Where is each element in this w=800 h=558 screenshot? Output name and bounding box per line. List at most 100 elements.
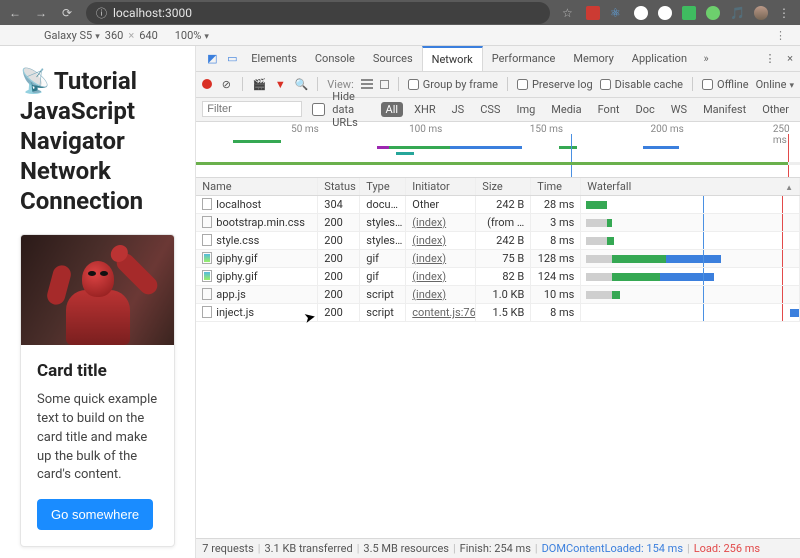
devtools-menu-icon[interactable]: ⋮ xyxy=(760,52,780,65)
filter-chip-doc[interactable]: Doc xyxy=(631,102,660,117)
devtools-close-icon[interactable]: × xyxy=(780,52,800,65)
search-icon[interactable]: 🔍 xyxy=(294,78,308,91)
network-filter-bar: Hide data URLs All XHR JS CSS Img Media … xyxy=(196,98,800,122)
tab-sources[interactable]: Sources xyxy=(364,46,422,71)
browser-chrome: ← → ⟳ ⓘ localhost:3000 ☆ ⚛ 🎵 ⋮ xyxy=(0,0,800,25)
forward-button[interactable]: → xyxy=(34,6,48,20)
bookmark-star-icon[interactable]: ☆ xyxy=(562,6,576,20)
large-rows-icon[interactable] xyxy=(361,79,373,89)
request-row[interactable]: style.css 200 styles… (index) 242 B 8 ms xyxy=(196,232,800,250)
tab-network[interactable]: Network xyxy=(422,46,483,71)
browser-menu-icon[interactable]: ⋮ xyxy=(778,6,792,20)
network-status-bar: 7 requests | 3.1 KB transferred | 3.5 MB… xyxy=(196,538,800,558)
extension-icon[interactable] xyxy=(586,6,600,20)
inspect-element-icon[interactable]: ◩ xyxy=(202,52,222,65)
filter-chip-other[interactable]: Other xyxy=(757,102,794,117)
tab-application[interactable]: Application xyxy=(623,46,696,71)
document-icon xyxy=(202,198,212,210)
extension-icon[interactable] xyxy=(706,6,720,20)
throttling-select[interactable]: Online xyxy=(756,78,794,91)
col-size[interactable]: Size xyxy=(476,178,531,195)
device-width[interactable]: 360 xyxy=(105,29,124,42)
filter-chip-manifest[interactable]: Manifest xyxy=(698,102,751,117)
status-finish: Finish: 254 ms xyxy=(460,542,531,555)
filter-chip-js[interactable]: JS xyxy=(447,102,470,117)
col-status[interactable]: Status xyxy=(318,178,360,195)
tab-memory[interactable]: Memory xyxy=(564,46,622,71)
filter-toggle-icon[interactable]: ▼ xyxy=(273,78,287,91)
col-name[interactable]: Name xyxy=(196,178,318,195)
initiator-link[interactable]: (index) xyxy=(412,252,446,265)
overview-toggle-icon[interactable] xyxy=(380,80,389,89)
request-row[interactable]: inject.js 200 script content.js:76 1.5 K… xyxy=(196,304,800,322)
gif-icon xyxy=(202,270,212,282)
extension-icon[interactable] xyxy=(634,6,648,20)
disable-cache-checkbox[interactable]: Disable cache xyxy=(600,78,683,91)
col-waterfall[interactable]: Waterfall xyxy=(581,178,800,195)
filter-input[interactable] xyxy=(202,101,302,117)
profile-avatar[interactable] xyxy=(754,6,768,20)
network-overview[interactable]: 50 ms 100 ms 150 ms 200 ms 250 ms xyxy=(196,122,800,178)
offline-checkbox[interactable]: Offline xyxy=(702,78,749,91)
dimension-separator: × xyxy=(128,29,134,42)
document-icon xyxy=(202,306,212,318)
status-resources: 3.5 MB resources xyxy=(363,542,449,555)
initiator-link[interactable]: (index) xyxy=(412,288,446,301)
url-text: localhost:3000 xyxy=(113,6,192,20)
filter-chip-img[interactable]: Img xyxy=(511,102,540,117)
status-transferred: 3.1 KB transferred xyxy=(264,542,352,555)
toggle-device-icon[interactable]: ▭ xyxy=(222,52,242,65)
tabs-overflow-icon[interactable]: » xyxy=(696,52,716,65)
device-height[interactable]: 640 xyxy=(139,29,158,42)
reload-button[interactable]: ⟳ xyxy=(60,6,74,20)
filter-chip-font[interactable]: Font xyxy=(593,102,625,117)
omnibox[interactable]: ⓘ localhost:3000 xyxy=(86,2,550,24)
request-row[interactable]: app.js 200 script (index) 1.0 KB 10 ms xyxy=(196,286,800,304)
back-button[interactable]: ← xyxy=(8,6,22,20)
col-type[interactable]: Type xyxy=(360,178,406,195)
page-heading: 📡Tutorial JavaScript Navigator Network C… xyxy=(20,66,175,216)
tab-console[interactable]: Console xyxy=(306,46,364,71)
gif-icon xyxy=(202,252,212,264)
col-time[interactable]: Time xyxy=(531,178,581,195)
filter-chip-media[interactable]: Media xyxy=(546,102,586,117)
initiator-link[interactable]: (index) xyxy=(412,270,446,283)
network-requests-grid: Name Status Type Initiator Size Time Wat… xyxy=(196,178,800,538)
initiator-link[interactable]: (index) xyxy=(412,216,446,229)
overview-tick: 100 ms xyxy=(409,124,442,135)
tab-performance[interactable]: Performance xyxy=(483,46,565,71)
card-text: Some quick example text to build on the … xyxy=(37,391,158,485)
device-select[interactable]: Galaxy S5 xyxy=(44,29,100,42)
filter-chip-all[interactable]: All xyxy=(381,102,404,117)
go-somewhere-button[interactable]: Go somewhere xyxy=(37,499,153,530)
site-info-icon[interactable]: ⓘ xyxy=(96,5,107,21)
filter-chip-css[interactable]: CSS xyxy=(475,102,505,117)
record-button[interactable] xyxy=(202,79,212,89)
filter-chip-ws[interactable]: WS xyxy=(666,102,692,117)
group-by-frame-checkbox[interactable]: Group by frame xyxy=(408,78,498,91)
request-row[interactable]: localhost 304 docu… Other 242 B 28 ms xyxy=(196,196,800,214)
filter-chip-xhr[interactable]: XHR xyxy=(409,102,441,117)
device-name: Galaxy S5 xyxy=(44,29,92,42)
card: Card title Some quick example text to bu… xyxy=(20,234,175,547)
extension-icon[interactable] xyxy=(682,6,696,20)
card-image xyxy=(21,235,174,345)
grid-header[interactable]: Name Status Type Initiator Size Time Wat… xyxy=(196,178,800,196)
initiator-link[interactable]: (index) xyxy=(412,234,446,247)
device-toolbar-menu[interactable]: ⋮ xyxy=(769,29,792,42)
devtools-panel: ◩ ▭ Elements Console Sources Network Per… xyxy=(196,46,800,558)
screenshots-icon[interactable]: 🎬 xyxy=(252,78,266,91)
document-icon xyxy=(202,234,212,246)
zoom-select[interactable]: 100% xyxy=(175,29,209,42)
audio-icon[interactable]: 🎵 xyxy=(730,6,744,20)
request-row[interactable]: giphy.gif 200 gif (index) 75 B 128 ms xyxy=(196,250,800,268)
react-devtools-icon[interactable]: ⚛ xyxy=(610,6,624,20)
initiator-link[interactable]: content.js:76 xyxy=(412,306,475,319)
extension-icon[interactable] xyxy=(658,6,672,20)
tab-elements[interactable]: Elements xyxy=(242,46,306,71)
preserve-log-checkbox[interactable]: Preserve log xyxy=(517,78,593,91)
request-row[interactable]: giphy.gif 200 gif (index) 82 B 124 ms xyxy=(196,268,800,286)
clear-button[interactable]: ⊘ xyxy=(219,78,233,91)
request-row[interactable]: bootstrap.min.css 200 styles… (index) (f… xyxy=(196,214,800,232)
col-initiator[interactable]: Initiator xyxy=(406,178,476,195)
